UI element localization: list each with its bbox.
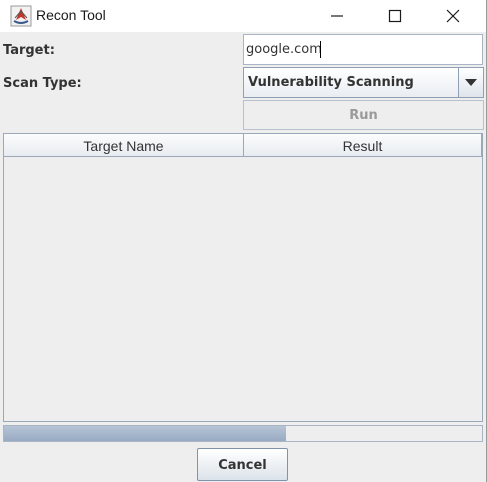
scan-progress-bar bbox=[3, 425, 483, 442]
column-header-target-name[interactable]: Target Name bbox=[4, 134, 244, 157]
text-caret bbox=[320, 41, 321, 58]
minimize-button[interactable] bbox=[314, 0, 360, 32]
scan-type-select[interactable]: Vulnerability Scanning bbox=[243, 67, 484, 98]
cancel-button[interactable]: Cancel bbox=[197, 448, 288, 481]
close-icon bbox=[446, 9, 460, 23]
target-label: Target: bbox=[3, 43, 55, 58]
java-cup-icon bbox=[10, 5, 32, 27]
window-title: Recon Tool bbox=[36, 7, 106, 23]
progress-fill bbox=[4, 426, 287, 441]
maximize-icon bbox=[388, 9, 402, 23]
results-table[interactable]: Target Name Result bbox=[3, 133, 483, 422]
recon-tool-window: Recon Tool Target: Scan Type: Vulnerabil… bbox=[0, 0, 487, 482]
scan-type-dropdown-button[interactable] bbox=[458, 68, 483, 97]
maximize-button[interactable] bbox=[372, 0, 418, 32]
chevron-down-icon bbox=[465, 79, 477, 86]
title-bar[interactable]: Recon Tool bbox=[0, 0, 486, 32]
target-input[interactable] bbox=[243, 34, 483, 65]
run-button-label: Run bbox=[349, 108, 378, 123]
close-button[interactable] bbox=[430, 0, 476, 32]
scan-type-value: Vulnerability Scanning bbox=[248, 75, 414, 90]
column-header-result[interactable]: Result bbox=[244, 134, 482, 157]
scan-type-label: Scan Type: bbox=[3, 76, 82, 91]
minimize-icon bbox=[331, 15, 343, 17]
run-button[interactable]: Run bbox=[243, 100, 484, 130]
cancel-button-label: Cancel bbox=[218, 458, 267, 473]
